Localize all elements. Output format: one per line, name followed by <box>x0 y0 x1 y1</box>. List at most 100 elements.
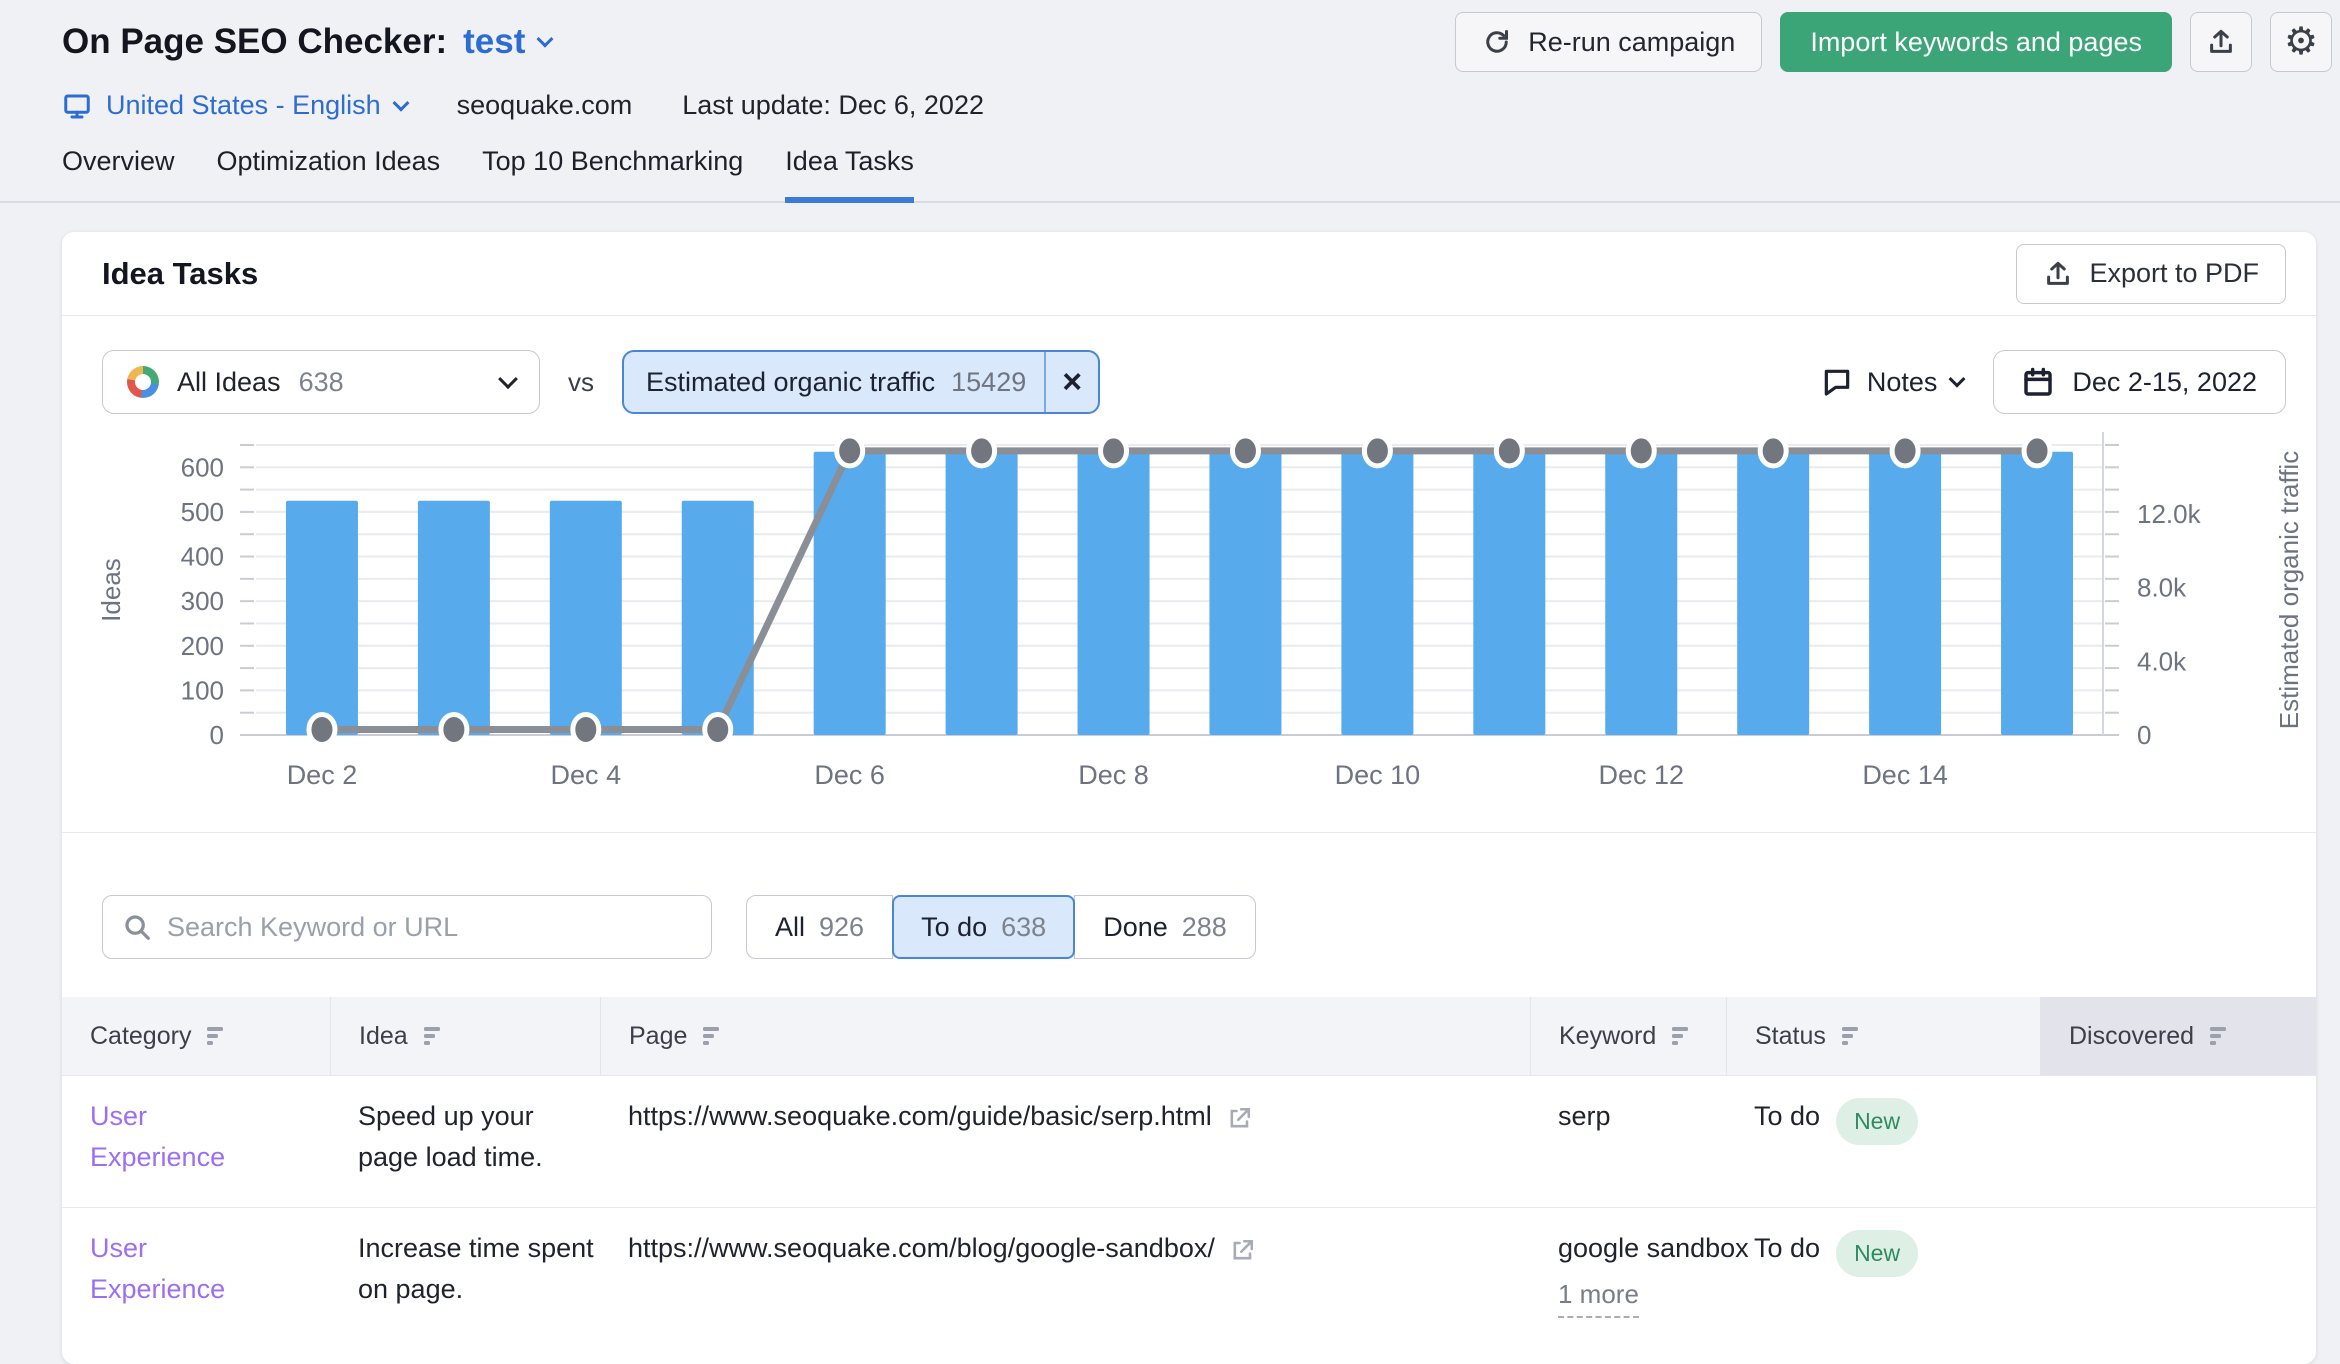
svg-text:Estimated organic traffic: Estimated organic traffic <box>2274 451 2304 729</box>
export-pdf-label: Export to PDF <box>2089 258 2259 289</box>
cell-keyword: serp <box>1530 1096 1726 1207</box>
svg-text:400: 400 <box>181 542 224 572</box>
svg-text:4.0k: 4.0k <box>2137 646 2187 676</box>
table-row: User Experience Increase time spent on p… <box>62 1207 2316 1339</box>
sort-icon <box>703 1026 725 1046</box>
search-input[interactable] <box>102 895 712 959</box>
segment-all-count: 926 <box>819 912 864 943</box>
page-url: https://www.seoquake.com/blog/google-san… <box>628 1228 1215 1269</box>
keyword-more-link[interactable]: 1 more <box>1558 1275 1639 1318</box>
ideas-vs-traffic-chart: 010020030040050060004.0k8.0k12.0kDec 2De… <box>62 432 2316 832</box>
card-header: Idea Tasks Export to PDF <box>62 232 2316 316</box>
settings-button[interactable]: ⚙ <box>2270 12 2332 72</box>
segment-done-count: 288 <box>1182 912 1227 943</box>
chevron-down-icon <box>537 31 554 48</box>
calendar-icon <box>2022 366 2054 398</box>
status-segments: All 926 To do 638 Done 288 <box>746 895 1256 959</box>
table-header: Category Idea Page Keyword Status <box>62 997 2316 1075</box>
cell-keyword: google sandbox 1 more <box>1530 1228 1726 1339</box>
cell-category: User Experience <box>62 1228 330 1339</box>
external-link-icon[interactable] <box>1229 1236 1257 1264</box>
last-update: Last update: Dec 6, 2022 <box>682 90 984 121</box>
tab-idea-tasks[interactable]: Idea Tasks <box>785 146 914 203</box>
column-label: Keyword <box>1559 1022 1656 1051</box>
category-link[interactable]: User Experience <box>90 1096 250 1177</box>
segment-todo[interactable]: To do 638 <box>892 895 1075 959</box>
monitor-icon <box>62 91 92 121</box>
svg-text:12.0k: 12.0k <box>2137 499 2202 529</box>
svg-text:Dec 4: Dec 4 <box>551 760 622 790</box>
tab-optimization-ideas[interactable]: Optimization Ideas <box>217 146 441 203</box>
segment-todo-label: To do <box>921 912 987 943</box>
column-header-category[interactable]: Category <box>62 997 330 1075</box>
locale-selector[interactable]: United States - English <box>62 90 407 121</box>
metric-chip[interactable]: Estimated organic traffic 15429 × <box>622 350 1100 414</box>
notes-label: Notes <box>1867 367 1938 398</box>
segment-todo-count: 638 <box>1001 912 1046 943</box>
segment-all[interactable]: All 926 <box>746 895 893 959</box>
tabs: Overview Optimization Ideas Top 10 Bench… <box>62 146 2340 201</box>
svg-text:0: 0 <box>210 720 224 750</box>
column-header-idea[interactable]: Idea <box>330 997 600 1075</box>
status-text[interactable]: To do <box>1754 1096 1820 1137</box>
notes-dropdown[interactable]: Notes <box>1821 366 1964 398</box>
close-icon[interactable]: × <box>1044 352 1098 412</box>
category-link[interactable]: User Experience <box>90 1228 250 1309</box>
tab-overview[interactable]: Overview <box>62 146 175 203</box>
column-header-status[interactable]: Status <box>1726 997 2040 1075</box>
status-badge: New <box>1836 1098 1918 1145</box>
svg-text:300: 300 <box>181 586 224 616</box>
search-box <box>102 895 712 959</box>
cell-page: https://www.seoquake.com/guide/basic/ser… <box>600 1096 1530 1207</box>
metric-chip-label: Estimated organic traffic <box>624 367 935 398</box>
import-keywords-button[interactable]: Import keywords and pages <box>1780 12 2172 72</box>
svg-text:Dec 12: Dec 12 <box>1598 760 1684 790</box>
upload-icon <box>2206 27 2236 57</box>
chevron-down-icon <box>498 369 518 389</box>
chevron-down-icon <box>1949 371 1966 388</box>
ideas-dropdown-count: 638 <box>299 367 344 398</box>
sub-header: United States - English seoquake.com Las… <box>62 90 984 121</box>
column-label: Status <box>1755 1022 1826 1051</box>
status-text[interactable]: To do <box>1754 1228 1820 1269</box>
table-toolbar: All 926 To do 638 Done 288 <box>62 833 2316 959</box>
tab-top10-benchmarking[interactable]: Top 10 Benchmarking <box>482 146 743 203</box>
keyword-text: google sandbox <box>1558 1228 1726 1269</box>
import-keywords-label: Import keywords and pages <box>1810 27 2142 58</box>
rerun-campaign-button[interactable]: Re-run campaign <box>1455 12 1762 72</box>
idea-tasks-card: Idea Tasks Export to PDF All Ideas 638 v… <box>62 232 2316 1364</box>
svg-text:0: 0 <box>2137 720 2151 750</box>
ideas-filter-dropdown[interactable]: All Ideas 638 <box>102 350 540 414</box>
segment-done[interactable]: Done 288 <box>1074 895 1256 959</box>
export-pdf-button[interactable]: Export to PDF <box>2016 244 2286 304</box>
segment-all-label: All <box>775 912 805 943</box>
locale-label: United States - English <box>106 90 381 121</box>
svg-text:200: 200 <box>181 631 224 661</box>
svg-text:Dec 10: Dec 10 <box>1335 760 1421 790</box>
share-export-button[interactable] <box>2190 12 2252 72</box>
table-row: User Experience Speed up your page load … <box>62 1075 2316 1207</box>
column-header-discovered[interactable]: Discovered <box>2040 997 2316 1075</box>
rerun-campaign-label: Re-run campaign <box>1528 27 1735 58</box>
chart-svg: 010020030040050060004.0k8.0k12.0kDec 2De… <box>62 432 2316 832</box>
date-range-picker[interactable]: Dec 2-15, 2022 <box>1993 350 2286 414</box>
top-actions: Re-run campaign Import keywords and page… <box>1455 12 2332 72</box>
svg-text:Ideas: Ideas <box>96 558 126 622</box>
upload-icon <box>2043 259 2073 289</box>
external-link-icon[interactable] <box>1226 1104 1254 1132</box>
column-header-page[interactable]: Page <box>600 997 1530 1075</box>
page-url: https://www.seoquake.com/guide/basic/ser… <box>628 1096 1212 1137</box>
cell-idea: Speed up your page load time. <box>330 1096 600 1207</box>
search-icon <box>122 912 152 942</box>
vs-label: vs <box>568 367 594 398</box>
column-label: Page <box>629 1022 687 1051</box>
column-header-keyword[interactable]: Keyword <box>1530 997 1726 1075</box>
filter-right-group: Notes Dec 2-15, 2022 <box>1821 350 2286 414</box>
campaign-selector[interactable]: test <box>463 22 551 62</box>
ideas-dropdown-label: All Ideas <box>177 367 281 398</box>
segment-done-label: Done <box>1103 912 1168 943</box>
project-domain: seoquake.com <box>457 90 633 121</box>
gear-icon: ⚙ <box>2284 23 2318 61</box>
svg-text:Dec 6: Dec 6 <box>814 760 885 790</box>
campaign-name: test <box>463 22 525 62</box>
